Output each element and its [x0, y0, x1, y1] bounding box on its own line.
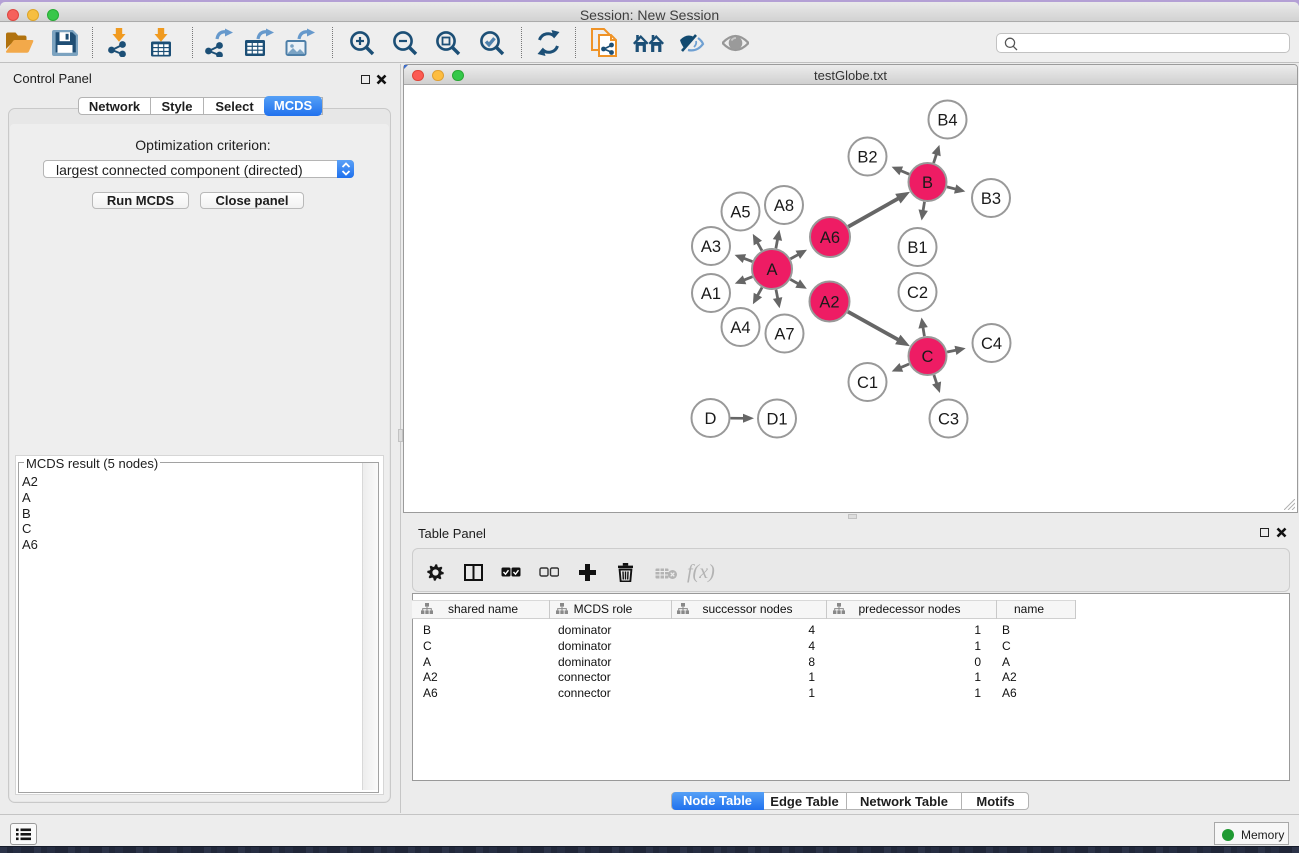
svg-text:A: A: [766, 261, 777, 279]
svg-text:B1: B1: [907, 239, 927, 257]
svg-text:C2: C2: [907, 284, 928, 302]
svg-text:A3: A3: [701, 238, 721, 256]
svg-text:B: B: [922, 174, 933, 192]
svg-text:B4: B4: [937, 112, 957, 130]
svg-text:A7: A7: [774, 326, 794, 344]
svg-text:B3: B3: [981, 190, 1001, 208]
svg-text:D: D: [705, 410, 717, 428]
svg-text:B2: B2: [857, 149, 877, 167]
svg-text:C4: C4: [981, 335, 1002, 353]
svg-text:C3: C3: [938, 411, 959, 429]
svg-text:A6: A6: [820, 229, 840, 247]
svg-text:D1: D1: [766, 411, 787, 429]
svg-text:A5: A5: [730, 204, 750, 222]
svg-text:A4: A4: [730, 319, 750, 337]
svg-text:C: C: [922, 348, 934, 366]
svg-text:A8: A8: [774, 197, 794, 215]
svg-text:A1: A1: [701, 285, 721, 303]
svg-text:A2: A2: [819, 294, 839, 312]
svg-text:C1: C1: [857, 374, 878, 392]
